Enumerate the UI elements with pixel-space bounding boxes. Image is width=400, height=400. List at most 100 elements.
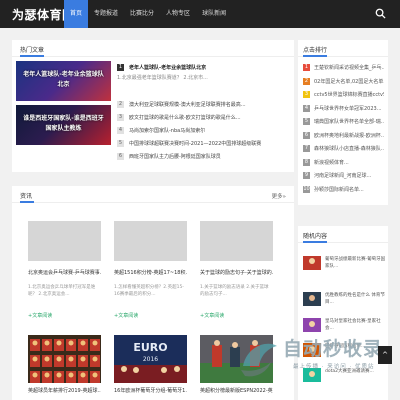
news-more-link[interactable]: 更多» bbox=[272, 192, 286, 200]
click-ranking-item-text: 新浪视频体育... bbox=[314, 159, 349, 166]
watermark-logo-icon bbox=[241, 343, 277, 377]
news-item-title[interactable]: 英超1516积分榜-英超17~18积... bbox=[114, 269, 187, 276]
rank-badge: 9 bbox=[303, 172, 310, 179]
rank-badge: 8 bbox=[303, 158, 310, 166]
divider bbox=[12, 56, 294, 57]
hot-list-item-text: 欧文打篮球的歌是什么歌-欧文打篮球的歌是什么... bbox=[129, 115, 241, 121]
hot-top-item[interactable]: 1 老年人篮球队-老年业余篮球队北京 bbox=[117, 63, 287, 73]
rank-badge: 4 bbox=[303, 104, 310, 112]
hot-articles-title: 热门文章 bbox=[20, 47, 45, 54]
click-ranking-title: 点击排行 bbox=[303, 47, 328, 54]
news-title: 资讯 bbox=[20, 193, 33, 200]
click-ranking-item-text: 孙颖莎国际新闻名单... bbox=[314, 186, 364, 193]
hot-slide-2-text: 谁是西班牙国家队-谁是西班牙国家队主教练 bbox=[23, 115, 104, 132]
news-image-euro[interactable]: EURO 2016 bbox=[114, 335, 187, 383]
title-accent-bar bbox=[303, 55, 327, 57]
rank-badge: 5 bbox=[303, 118, 310, 125]
hot-top-title: 老年人篮球队-老年业余篮球队北京 bbox=[129, 65, 207, 71]
hot-slide-1[interactable]: 老年人篮球队-老年业余篮球队北京 bbox=[16, 61, 111, 101]
news-bottom-title[interactable]: 英超积分榜最新版ESPN2022-英... bbox=[200, 387, 273, 394]
hot-list-item-text: 澳大利亚足球联赛规模-澳大利亚足球联赛排名最高... bbox=[129, 102, 246, 108]
rank-badge: 2 bbox=[303, 77, 310, 85]
svg-text:EURO: EURO bbox=[133, 341, 167, 354]
news-item-desc: 1.怎样看懂英超积分榜？2.英超15-16赛季最后的积分... bbox=[114, 285, 184, 297]
nav-item-home[interactable]: 首页 bbox=[64, 0, 89, 28]
hot-slide-2[interactable]: 谁是西班牙国家队-谁是西班牙国家队主教练 bbox=[16, 105, 111, 145]
hot-list-item[interactable]: 5 中国排球球超联赛决赛时间-2021—2022中国排球超级联赛 bbox=[117, 139, 287, 149]
site-header: 为瑟体育网 首页 专题报道 比赛比分 人物专区 球队新闻 bbox=[0, 0, 400, 28]
rank-badge: 7 bbox=[303, 145, 310, 152]
click-ranking-item[interactable]: 8 新浪视频体育... bbox=[303, 157, 383, 169]
random-item-text: 皇马对皇家社会比赛-皇家社会... bbox=[325, 319, 381, 331]
click-ranking-item[interactable]: 5 瑞典国家队世界杯名单全部-瑞... bbox=[303, 116, 384, 128]
click-ranking-item[interactable]: 1 王楚钦新闻采访视频全集_乒乓... bbox=[303, 62, 384, 74]
random-item[interactable]: 优胜教练的姓名是什么 体育节目... bbox=[303, 292, 388, 308]
news-bottom-title[interactable]: 英超球员年薪排行2019-英超球... bbox=[28, 387, 101, 394]
divider bbox=[12, 202, 294, 203]
main-nav: 首页 专题报道 比赛比分 人物专区 球队新闻 bbox=[64, 0, 232, 28]
hot-list-item-text: 中国排球球超联赛决赛时间-2021—2022中国排球超级联赛 bbox=[129, 141, 262, 147]
click-ranking-item[interactable]: 4 乒乓球世界杯女单冠军2023... bbox=[303, 103, 383, 115]
rank-badge: 4 bbox=[117, 127, 124, 134]
read-more-link[interactable]: +文章阅读 bbox=[114, 312, 138, 319]
watermark: 自动秒收录 最上传播 · 来访问 · 优质站 bbox=[235, 332, 385, 388]
news-image-players[interactable] bbox=[28, 335, 101, 383]
hot-list-item[interactable]: 4 马尚加索尔国家队-nba马尚加索尔 bbox=[117, 126, 287, 136]
click-ranking-item-text: 瑞典国家队世界杯名单全部-瑞... bbox=[314, 119, 384, 125]
hot-list-item[interactable]: 2 澳大利亚足球联赛规模-澳大利亚足球联赛排名最高... bbox=[117, 100, 287, 110]
news-item-desc: 1.北京奥运会乒乓球单打冠军是谁呢？ 2.北京奥运会... bbox=[28, 285, 96, 297]
rank-badge: 3 bbox=[303, 91, 310, 98]
svg-text:2016: 2016 bbox=[143, 356, 158, 363]
watermark-text: 自动秒收录 bbox=[283, 338, 384, 360]
news-bottom-title[interactable]: 16年欧洲杯葡萄牙分组-葡萄牙1... bbox=[114, 387, 187, 394]
random-item-text: 优胜教练的姓名是什么 体育节目... bbox=[325, 293, 385, 305]
rank-badge: 6 bbox=[303, 131, 310, 139]
nav-item-team-news[interactable]: 球队新闻 bbox=[196, 0, 232, 28]
news-item-title[interactable]: 关于篮球的励志句子-关于篮球的... bbox=[200, 269, 273, 276]
random-thumb bbox=[303, 256, 321, 270]
random-thumb bbox=[303, 292, 321, 306]
click-ranking-item[interactable]: 2 02年国足大名单,02国足大名单... bbox=[303, 76, 384, 88]
random-content-title: 随机内容 bbox=[303, 233, 328, 240]
news-item-title[interactable]: 北京奥运会乒乓球赛-乒乓球赛事... bbox=[28, 269, 101, 276]
hot-list-item[interactable]: 3 欧文打篮球的歌是什么歌-欧文打篮球的歌是什么... bbox=[117, 113, 287, 123]
back-to-top-button[interactable]: ^ bbox=[378, 346, 392, 364]
hot-slide-1-text: 老年人篮球队-老年业余篮球队北京 bbox=[23, 71, 104, 88]
read-more-link[interactable]: +文章阅读 bbox=[28, 312, 52, 319]
click-ranking-item[interactable]: 9 河南足球新闻_河南足球... bbox=[303, 170, 383, 182]
rank-badge: 10 bbox=[303, 185, 310, 193]
hot-list-item-text: 西班牙国家队主力后腰-阿根廷国家队球员 bbox=[129, 154, 221, 160]
rank-badge: 6 bbox=[117, 153, 124, 160]
rank-badge: 1 bbox=[117, 64, 124, 71]
news-thumb-2[interactable] bbox=[114, 221, 187, 261]
click-ranking-item-text: 森林狼球队小店直播-森林狼队... bbox=[314, 146, 384, 152]
nav-item-topics[interactable]: 专题报道 bbox=[88, 0, 124, 28]
click-ranking-item-text: 欧洲杯奥地利最新战报-欧洲杯... bbox=[314, 132, 384, 139]
random-item-text: 葡萄牙战绩最新比赛-葡萄牙国家队... bbox=[325, 257, 386, 269]
click-ranking-item[interactable]: 10 孙颖莎国际新闻名单... bbox=[303, 184, 383, 196]
news-item-desc: 1.关于篮球的励志语录 2.关于篮球的励志句子... bbox=[200, 285, 269, 297]
title-accent-bar bbox=[20, 201, 34, 203]
click-ranking-item-text: cctv5世界篮球锦标赛直播cctv5... bbox=[314, 92, 384, 98]
hot-top-summary: 1.北京最强老年篮球队赛道？ 2.北京市... bbox=[117, 75, 208, 81]
hot-list-item[interactable]: 6 西班牙国家队主力后腰-阿根廷国家队球员 bbox=[117, 152, 287, 162]
click-ranking-item[interactable]: 3 cctv5世界篮球锦标赛直播cctv5... bbox=[303, 89, 384, 101]
news-thumb-1[interactable] bbox=[28, 221, 101, 261]
nav-item-people[interactable]: 人物专区 bbox=[160, 0, 196, 28]
click-ranking-item[interactable]: 7 森林狼球队小店直播-森林狼队... bbox=[303, 143, 384, 155]
read-more-link[interactable]: +文章阅读 bbox=[200, 312, 224, 319]
title-accent-bar bbox=[20, 55, 44, 57]
random-item[interactable]: 葡萄牙战绩最新比赛-葡萄牙国家队... bbox=[303, 256, 388, 272]
click-ranking-item-text: 河南足球新闻_河南足球... bbox=[314, 173, 372, 179]
click-ranking-item-text: 02年国足大名单,02国足大名单... bbox=[314, 78, 384, 85]
search-icon[interactable] bbox=[375, 8, 386, 19]
click-ranking-item-text: 王楚钦新闻采访视频全集_乒乓... bbox=[314, 65, 384, 71]
random-thumb bbox=[303, 318, 321, 332]
rank-badge: 2 bbox=[117, 101, 124, 108]
nav-item-scores[interactable]: 比赛比分 bbox=[124, 0, 160, 28]
rank-badge: 3 bbox=[117, 114, 124, 121]
click-ranking-item[interactable]: 6 欧洲杯奥地利最新战报-欧洲杯... bbox=[303, 130, 384, 142]
news-thumb-3[interactable] bbox=[200, 221, 273, 261]
title-accent-bar bbox=[303, 241, 327, 243]
watermark-subtext: 最上传播 · 来访问 · 优质站 bbox=[293, 364, 375, 370]
